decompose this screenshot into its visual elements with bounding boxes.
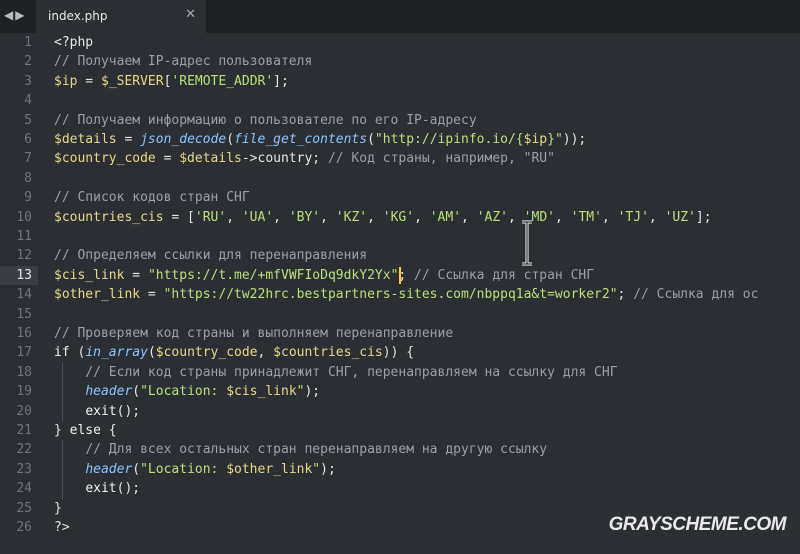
line-number: 6 bbox=[24, 132, 32, 147]
watermark: GRAYSCHEME.COM bbox=[608, 514, 787, 535]
code-line[interactable]: if (in_array($country_code, $countries_c… bbox=[54, 343, 414, 362]
line-number: 20 bbox=[16, 403, 32, 419]
line-number: 3 bbox=[24, 73, 32, 89]
code-line[interactable]: // Список кодов стран СНГ bbox=[54, 188, 250, 207]
line-number: 12 bbox=[16, 248, 32, 264]
code-line[interactable]: header("Location: $cis_link"); bbox=[54, 382, 320, 401]
line-number-gutter: 1 2 3 4 5 6 7 8 9 10 11 12 13 14 15 16 17 18 19 20 21 22 23 24 2… bbox=[0, 33, 38, 554]
text-caret bbox=[399, 266, 401, 284]
line-number: 13 bbox=[16, 267, 32, 283]
indent-guide bbox=[62, 362, 63, 421]
line-number: 7 bbox=[24, 151, 32, 167]
line-number: 17 bbox=[16, 345, 32, 361]
code-line[interactable]: // Получаем информацию о пользователе по… bbox=[54, 111, 477, 130]
line-number: 9 bbox=[24, 190, 32, 206]
line-number: 4 bbox=[24, 93, 32, 109]
code-line[interactable]: } else { bbox=[54, 421, 117, 440]
code-line[interactable]: $details = json_decode(file_get_contents… bbox=[54, 130, 586, 149]
code-line[interactable]: $cis_link = "https://t.me/+mfVWFIoDq9dkY… bbox=[54, 266, 594, 285]
code-line[interactable]: // Проверяем код страны и выполняем пере… bbox=[54, 324, 453, 343]
code-line[interactable]: exit(); bbox=[54, 402, 140, 421]
code-line[interactable]: // Если код страны принадлежит СНГ, пере… bbox=[54, 363, 617, 382]
code-line[interactable]: ?> bbox=[54, 518, 70, 537]
line-number: 23 bbox=[16, 461, 32, 477]
line-number: 16 bbox=[16, 326, 32, 341]
line-number: 22 bbox=[16, 442, 32, 458]
line-number: 1 bbox=[24, 35, 32, 50]
line-number: 8 bbox=[24, 170, 32, 186]
code-editor[interactable]: 1 2 3 4 5 6 7 8 9 10 11 12 13 14 15 16 17 18 19 20 21 22 23 24 2… bbox=[0, 33, 800, 554]
line-number: 15 bbox=[16, 306, 32, 322]
code-line[interactable]: <?php bbox=[54, 33, 93, 52]
line-number: 5 bbox=[24, 112, 32, 128]
line-number: 24 bbox=[16, 481, 32, 497]
tab-index-php[interactable]: index.php ✕ bbox=[36, 0, 206, 33]
line-number: 2 bbox=[24, 54, 32, 70]
arrow-right-icon[interactable]: ▶ bbox=[15, 8, 26, 22]
line-number: 14 bbox=[16, 287, 32, 303]
tab-nav-arrows[interactable]: ◀▶ bbox=[4, 8, 26, 22]
indent-guide bbox=[62, 440, 63, 499]
tab-title: index.php bbox=[48, 9, 108, 23]
text-cursor-ibeam-icon bbox=[522, 220, 532, 266]
code-line[interactable]: $other_link = "https://tw22hrc.bestpartn… bbox=[54, 285, 758, 304]
line-number: 10 bbox=[16, 209, 32, 225]
line-number: 21 bbox=[16, 423, 32, 438]
code-line[interactable]: header("Location: $other_link"); bbox=[54, 460, 335, 479]
line-number: 18 bbox=[16, 364, 32, 380]
code-line[interactable]: // Получаем IP-адрес пользователя bbox=[54, 52, 312, 71]
code-line[interactable]: } bbox=[54, 499, 62, 518]
line-number: 26 bbox=[16, 520, 32, 535]
code-line[interactable]: // Определяем ссылки для перенаправления bbox=[54, 246, 367, 265]
line-number: 25 bbox=[16, 500, 32, 516]
code-line[interactable]: $ip = $_SERVER['REMOTE_ADDR']; bbox=[54, 72, 289, 91]
tab-bar: ◀▶ index.php ✕ bbox=[0, 0, 800, 33]
line-number: 11 bbox=[16, 229, 32, 244]
close-icon[interactable]: ✕ bbox=[185, 7, 196, 22]
line-number: 19 bbox=[16, 384, 32, 400]
code-line[interactable]: $country_code = $details->country; // Ко… bbox=[54, 149, 555, 168]
code-line[interactable]: exit(); bbox=[54, 479, 140, 498]
arrow-left-icon[interactable]: ◀ bbox=[4, 8, 15, 22]
code-line[interactable]: // Для всех остальных стран перенаправля… bbox=[54, 440, 547, 459]
code-line[interactable]: $countries_cis = ['RU', 'UA', 'BY', 'KZ'… bbox=[54, 208, 712, 227]
code-area[interactable]: <?php// Получаем IP-адрес пользователя $i… bbox=[54, 33, 800, 554]
